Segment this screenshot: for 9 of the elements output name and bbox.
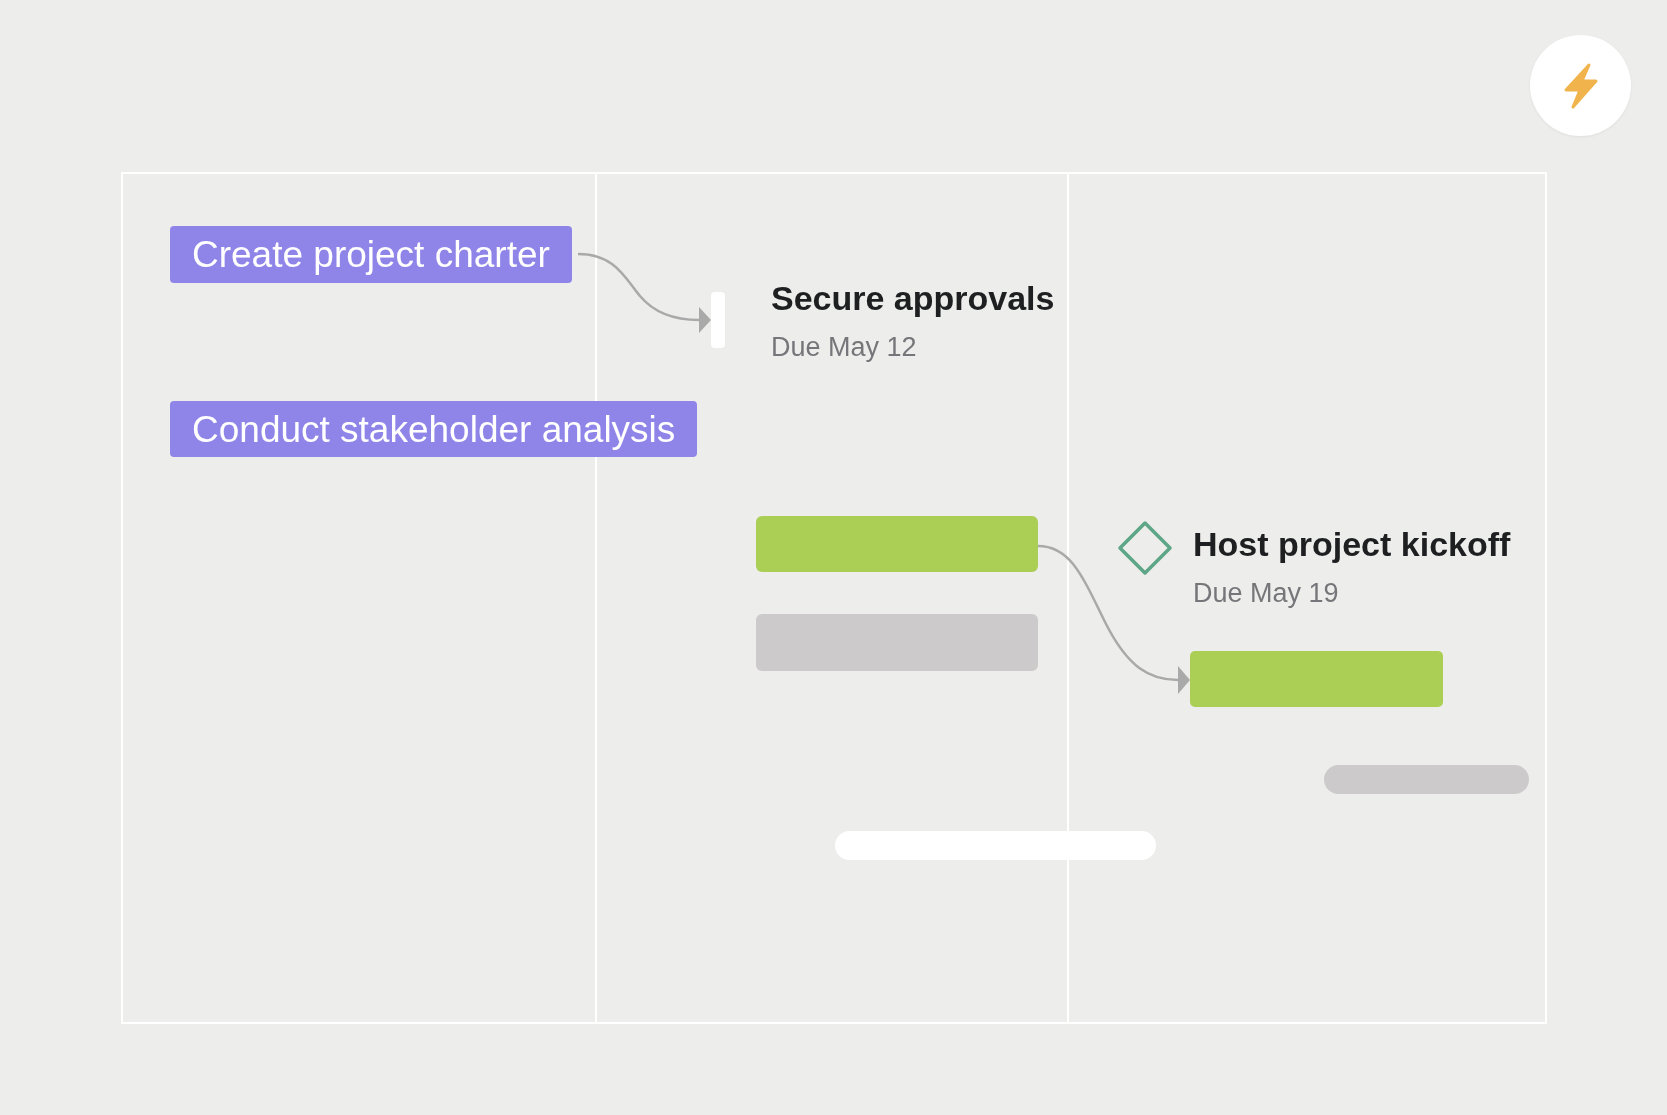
milestone-title: Secure approvals bbox=[771, 281, 1055, 315]
milestone-title: Host project kickoff bbox=[1193, 527, 1511, 561]
due-date: Due May 12 bbox=[771, 334, 917, 361]
task-bar: Conduct stakeholder analysis bbox=[170, 401, 698, 457]
diamond-icon bbox=[1117, 520, 1173, 576]
task-bar: Create project charter bbox=[170, 226, 572, 283]
marker-icon bbox=[711, 292, 725, 348]
lightning-icon bbox=[1562, 62, 1599, 109]
due-date: Due May 19 bbox=[1193, 580, 1339, 607]
